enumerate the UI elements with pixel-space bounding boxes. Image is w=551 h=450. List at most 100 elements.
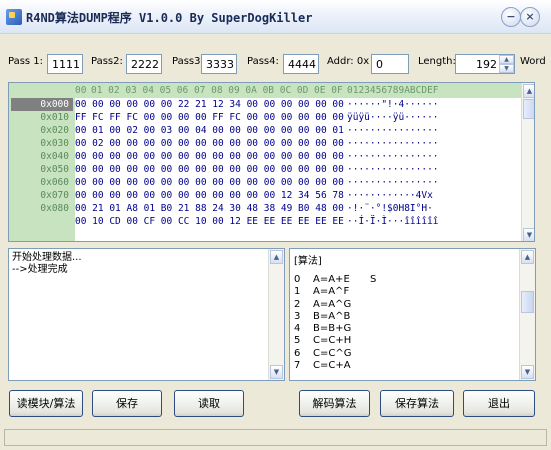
pass1-label: Pass 1: [8,56,44,67]
hex-header-first: 00 [75,85,87,96]
pass2-input[interactable]: 2222 [126,54,162,74]
algorithm-row[interactable]: 5 C=C+H [294,335,514,347]
save-button[interactable]: 保存 [92,390,162,417]
length-label: Length: [418,56,456,67]
hex-row-address: 0x080 [40,203,69,214]
hex-row-address: 0x050 [40,164,69,175]
algorithm-row[interactable]: 2 A=A^G [294,299,514,311]
algorithm-index: 2 [294,298,301,310]
hex-row-address: 0x010 [40,112,69,123]
scroll-up-icon[interactable]: ▲ [523,84,534,98]
hex-row-ascii: ················ [347,177,439,188]
scroll-down-icon[interactable]: ▼ [523,228,534,241]
algorithm-index: 5 [294,335,301,347]
algorithm-expr: A=A^G [313,298,352,310]
pass1-input[interactable]: 1111 [47,54,83,74]
algorithm-row[interactable]: 7 C=C+A [294,360,514,372]
addr-label: Addr: 0x [327,56,370,67]
hex-row-bytes[interactable]: 00 10 CD 00 CF 00 CC 10 00 12 EE EE EE E… [75,216,344,227]
log-scrollbar[interactable]: ▲ ▼ [268,249,284,380]
hex-row-ascii: ················ [347,138,439,149]
addr-input[interactable]: 0 [371,54,409,74]
hex-row-address: 0x060 [40,177,69,188]
ascii-header: 0123456789ABCDEF [347,85,439,96]
close-button[interactable]: × [520,7,540,27]
algorithm-expr: C=C+A [313,360,351,372]
length-spinbox[interactable]: 192 ▲ ▼ [455,54,515,74]
hex-row-ascii: ······"!·4······ [347,99,439,110]
log-line: 开始处理数据... [12,252,82,263]
algorithm-expr: A=A+E [313,274,350,285]
length-value: 192 [476,58,497,71]
algorithm-expr: C=C^G [313,347,352,359]
read-button[interactable]: 读取 [174,390,244,417]
pass3-label: Pass3: [172,56,204,67]
hex-row-address: 0x020 [40,125,69,136]
hex-row-address: 0x040 [40,151,69,162]
hex-row-bytes[interactable]: 00 01 00 02 00 03 00 04 00 00 00 00 00 0… [75,125,344,136]
spin-up-icon[interactable]: ▲ [499,55,514,64]
algorithm-panel[interactable]: [算法] 0 A=A+E S 1 A=A^F 2 A=A^G 3 B=A^B 4 B=B+G 5 C=C… [289,248,536,381]
decode-algorithm-button[interactable]: 解码算法 [299,390,370,417]
log-panel[interactable]: 开始处理数据... -->处理完成 ▲ ▼ [8,248,285,381]
hex-row-ascii: ················ [347,125,439,136]
hex-row-ascii: ÿüÿü····ÿü······ [347,112,439,123]
hex-row-bytes[interactable]: 00 00 00 00 00 00 00 00 00 00 00 00 12 3… [75,190,344,201]
log-line: -->处理完成 [12,264,68,275]
scroll-thumb[interactable] [523,99,534,119]
algorithm-extra: S [370,274,377,285]
hex-row-address: 0x070 [40,190,69,201]
title-bar[interactable]: R4ND算法DUMP程序 V1.0.0 By SuperDogKiller − … [0,0,551,34]
hex-row-bytes[interactable]: FF FC FF FC 00 00 00 00 FF FC 00 00 00 0… [75,112,344,123]
algorithm-index: 1 [294,286,301,298]
algorithm-index: 3 [294,310,301,322]
hex-row-ascii: ············4Vx [347,190,433,201]
algorithm-index: 6 [294,347,301,359]
algorithm-row[interactable]: 3 B=A^B [294,311,514,323]
scroll-thumb[interactable] [521,291,534,313]
scroll-up-icon[interactable]: ▲ [270,250,283,264]
algorithm-row[interactable]: 6 C=C^G [294,348,514,360]
minimize-button[interactable]: − [501,7,521,27]
algorithm-list: 0 A=A+E S 1 A=A^F 2 A=A^G 3 B=A^B 4 B=B+G 5 C=C+H 6 C=… [294,274,514,372]
hex-row-ascii: ················ [347,151,439,162]
pass3-input[interactable]: 3333 [201,54,237,74]
hex-row-ascii: ··Í·Ï·Ì···îîîîîî [347,216,439,227]
hex-row-bytes[interactable]: 00 00 00 00 00 00 00 00 00 00 00 00 00 0… [75,177,344,188]
hex-row-address: 0x000 [11,98,73,111]
hex-row-bytes[interactable]: 00 00 00 00 00 00 00 00 00 00 00 00 00 0… [75,151,344,162]
word-label: Word [520,56,546,67]
scroll-down-icon[interactable]: ▼ [521,365,534,379]
spin-down-icon[interactable]: ▼ [499,64,514,73]
hex-row-bytes[interactable]: 00 00 00 00 00 00 00 00 00 00 00 00 00 0… [75,164,344,175]
algorithm-row[interactable]: 1 A=A^F [294,286,514,298]
status-bar [4,429,547,446]
algorithm-row[interactable]: 0 A=A+E S [294,274,514,286]
scroll-down-icon[interactable]: ▼ [270,365,283,379]
pass2-label: Pass2: [91,56,123,67]
hex-row-bytes[interactable]: 00 00 00 00 00 00 22 21 12 34 00 00 00 0… [75,99,344,110]
algorithm-row[interactable]: 4 B=B+G [294,323,514,335]
hex-row-address: 0x030 [40,138,69,149]
hex-row-bytes[interactable]: 00 21 01 A8 01 B0 21 88 24 30 48 38 49 B… [75,203,344,214]
hex-scrollbar[interactable]: ▲ ▼ [521,83,534,241]
algorithm-index: 4 [294,323,301,335]
algorithm-expr: B=B+G [313,323,352,335]
hex-view[interactable]: 00 01 02 03 04 05 06 07 08 09 0A 0B 0C 0… [8,82,535,242]
hex-row-bytes[interactable]: 00 02 00 00 00 00 00 00 00 00 00 00 00 0… [75,138,344,149]
algorithm-header: [算法] [294,256,322,267]
algorithm-index: 7 [294,360,301,372]
read-module-button[interactable]: 读模块/算法 [9,390,83,417]
main-window: R4ND算法DUMP程序 V1.0.0 By SuperDogKiller − … [0,0,551,450]
hex-header-columns: 01 02 03 04 05 06 07 08 09 0A 0B 0C 0D 0… [91,85,343,96]
algorithm-expr: A=A^F [313,286,350,298]
hex-row-ascii: ·!·¨·°!$0H8I°H· [347,203,433,214]
pass4-label: Pass4: [247,56,279,67]
hex-row-ascii: ················ [347,164,439,175]
algorithm-scrollbar[interactable]: ▲ ▼ [519,249,535,380]
pass4-input[interactable]: 4444 [283,54,319,74]
save-algorithm-button[interactable]: 保存算法 [380,390,454,417]
window-title: R4ND算法DUMP程序 V1.0.0 By SuperDogKiller [26,11,313,25]
scroll-up-icon[interactable]: ▲ [521,250,534,264]
exit-button[interactable]: 退出 [463,390,535,417]
